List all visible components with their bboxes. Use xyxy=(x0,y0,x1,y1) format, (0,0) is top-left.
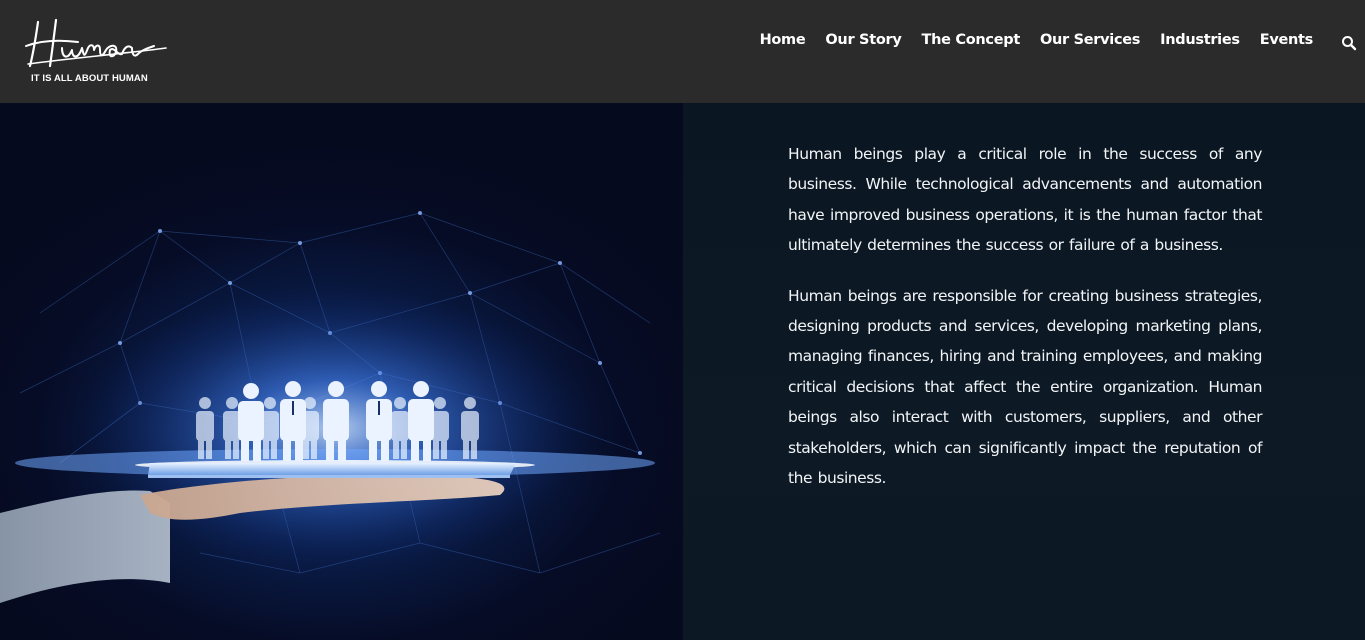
search-button[interactable] xyxy=(1341,35,1357,51)
logo[interactable]: IT IS ALL ABOUT HUMAN xyxy=(22,14,172,88)
nav-our-story[interactable]: Our Story xyxy=(825,32,901,48)
nav-industries[interactable]: Industries xyxy=(1160,32,1240,48)
content-text: Human beings play a critical role in the… xyxy=(788,139,1262,513)
logo-tagline: IT IS ALL ABOUT HUMAN xyxy=(31,73,148,84)
logo-script-mark xyxy=(25,18,167,68)
nav-home[interactable]: Home xyxy=(760,32,806,48)
content-panel: Human beings play a critical role in the… xyxy=(683,103,1365,640)
site-header: IT IS ALL ABOUT HUMAN Home Our Story The… xyxy=(0,0,1365,103)
main-nav: Home Our Story The Concept Our Services … xyxy=(760,32,1314,48)
hero-image xyxy=(0,103,683,640)
nav-our-services[interactable]: Our Services xyxy=(1040,32,1140,48)
paragraph-2: Human beings are responsible for creatin… xyxy=(788,286,1262,488)
hero-illustration xyxy=(0,211,661,603)
nav-the-concept[interactable]: The Concept xyxy=(922,32,1021,48)
paragraph-1: Human beings play a critical role in the… xyxy=(788,145,1262,255)
nav-events[interactable]: Events xyxy=(1260,32,1314,48)
search-icon xyxy=(1342,36,1357,51)
